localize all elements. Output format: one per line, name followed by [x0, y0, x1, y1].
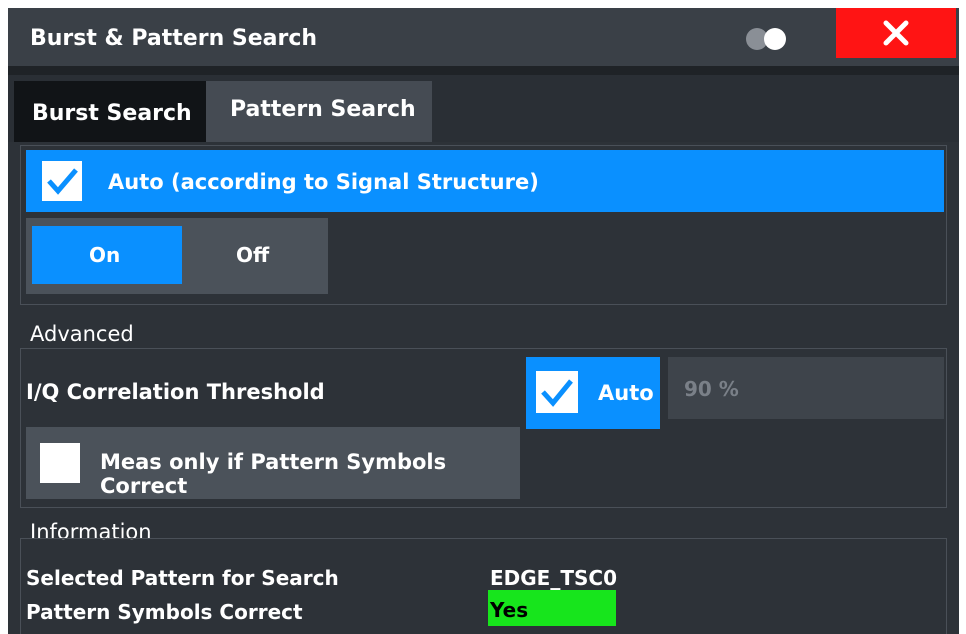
on-off-toggle[interactable]: On Off	[26, 218, 328, 294]
off-label: Off	[236, 243, 270, 267]
tab-pattern-search[interactable]: Pattern Search	[206, 81, 432, 142]
iq-threshold-value-field[interactable]: 90 %	[668, 357, 944, 419]
iq-threshold-auto-label: Auto	[598, 381, 654, 405]
meas-only-if-correct-label: Meas only if Pattern Symbols Correct	[100, 450, 447, 498]
iq-correlation-threshold-label: I/Q Correlation Threshold	[26, 380, 325, 404]
meas-only-if-correct-checkbox[interactable]: Meas only if Pattern Symbols Correct	[26, 427, 520, 499]
tab-bar: Burst Search Pattern Search	[8, 66, 959, 142]
pattern-symbols-correct-status: Yes	[488, 590, 616, 626]
checkbox-unchecked-icon	[40, 443, 80, 483]
close-button[interactable]	[836, 8, 956, 58]
auto-signal-structure-checkbox[interactable]: Auto (according to Signal Structure)	[26, 150, 944, 212]
tab-burst-search-label: Burst Search	[32, 101, 192, 126]
iq-threshold-value: 90 %	[684, 377, 739, 401]
pattern-symbols-correct-label: Pattern Symbols Correct	[26, 600, 303, 624]
tab-pattern-search-label: Pattern Search	[230, 97, 416, 122]
toggle-icon[interactable]	[742, 27, 792, 51]
dialog-title: Burst & Pattern Search	[30, 26, 318, 51]
title-bar[interactable]: Burst & Pattern Search	[8, 8, 959, 66]
on-option[interactable]: On	[32, 226, 182, 284]
iq-threshold-auto-checkbox[interactable]: Auto	[526, 357, 660, 429]
pattern-symbols-correct-value: Yes	[490, 598, 529, 622]
off-option[interactable]: Off	[182, 226, 328, 284]
tab-burst-search[interactable]: Burst Search	[14, 81, 206, 142]
checkbox-checked-icon	[536, 371, 578, 413]
selected-pattern-label: Selected Pattern for Search	[26, 566, 339, 590]
on-label: On	[89, 243, 121, 267]
checkbox-checked-icon	[42, 161, 82, 201]
close-icon	[883, 20, 909, 46]
auto-signal-structure-label: Auto (according to Signal Structure)	[108, 170, 539, 194]
tab-bar-divider	[8, 66, 959, 75]
advanced-section-label: Advanced	[30, 322, 134, 346]
selected-pattern-value: EDGE_TSC0	[490, 566, 617, 590]
